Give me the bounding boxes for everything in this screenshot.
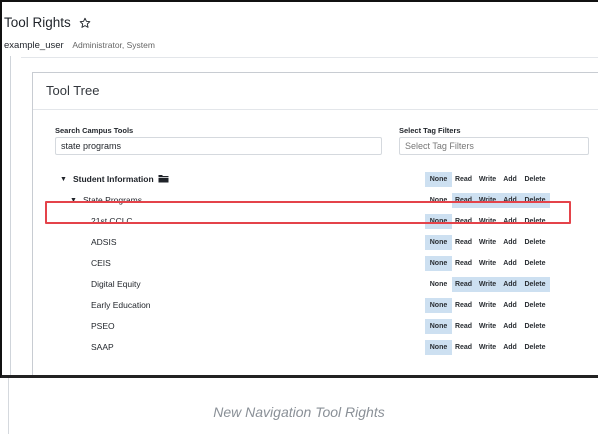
divider [21,57,598,58]
tree-row-label[interactable]: PSEO [91,321,115,331]
permission-none-button[interactable]: None [425,298,452,313]
user-info: example_user Administrator, System [4,40,155,51]
tool-tree-panel: Tool Tree Search Campus Tools Select Tag… [32,72,598,375]
permission-group: None Read Write Add Delete [425,235,550,250]
permission-add-button[interactable]: Add [500,235,520,250]
tree-row-label[interactable]: SAAP [91,342,114,352]
permission-write-button[interactable]: Write [475,340,500,355]
permission-add-button[interactable]: Add [500,172,520,187]
permission-delete-button[interactable]: Delete [520,256,550,271]
highlight-annotation [45,201,571,224]
permission-read-button[interactable]: Read [452,319,475,334]
permission-add-button[interactable]: Add [500,319,520,334]
permission-write-button[interactable]: Write [475,277,500,292]
tool-name: CEIS [91,258,111,268]
screenshot-frame: Tool Rights example_user Administrator, … [0,0,598,378]
panel-header: Tool Tree [33,73,598,110]
tree-row-label[interactable]: ▼ Student Information [60,174,169,185]
permission-write-button[interactable]: Write [475,319,500,334]
permission-group: None Read Write Add Delete [425,340,550,355]
permission-read-button[interactable]: Read [452,340,475,355]
permission-delete-button[interactable]: Delete [520,340,550,355]
permission-delete-button[interactable]: Delete [520,319,550,334]
permission-delete-button[interactable]: Delete [520,172,550,187]
permission-delete-button[interactable]: Delete [520,277,550,292]
permission-read-button[interactable]: Read [452,256,475,271]
tree-row-label[interactable]: Digital Equity [91,279,141,289]
permission-none-button[interactable]: None [425,235,452,250]
permission-none-button[interactable]: None [425,340,452,355]
tree-row-label[interactable]: Early Education [91,300,151,310]
permission-read-button[interactable]: Read [452,172,475,187]
search-label: Search Campus Tools [55,126,134,135]
caret-down-icon[interactable]: ▼ [60,176,67,183]
tool-name: Student Information [72,174,154,184]
tree-row[interactable]: CEIS None Read Write Add Delete [33,254,598,274]
folder-icon [158,174,169,185]
permission-delete-button[interactable]: Delete [520,298,550,313]
user-roles: Administrator, System [72,40,155,50]
permission-none-button[interactable]: None [425,319,452,334]
permission-add-button[interactable]: Add [500,256,520,271]
left-gutter-line [10,56,11,375]
figure-caption: New Navigation Tool Rights [213,404,385,420]
permission-none-button[interactable]: None [425,277,452,292]
permission-write-button[interactable]: Write [475,298,500,313]
tool-name: SAAP [91,342,114,352]
permission-write-button[interactable]: Write [475,172,500,187]
permission-read-button[interactable]: Read [452,235,475,250]
star-outline-icon[interactable] [79,17,91,32]
tree-row-label[interactable]: CEIS [91,258,111,268]
permission-write-button[interactable]: Write [475,235,500,250]
page-title-text: Tool Rights [4,15,71,30]
tree-row[interactable]: Digital Equity None Read Write Add Delete [33,275,598,295]
tree-row[interactable]: ADSIS None Read Write Add Delete [33,233,598,253]
tag-filter-label: Select Tag Filters [399,126,461,135]
permission-read-button[interactable]: Read [452,298,475,313]
permission-add-button[interactable]: Add [500,298,520,313]
permission-group: None Read Write Add Delete [425,319,550,334]
permission-group: None Read Write Add Delete [425,277,550,292]
tree-row[interactable]: SAAP None Read Write Add Delete [33,338,598,358]
page-title: Tool Rights [4,15,91,32]
tool-name: PSEO [91,321,115,331]
tree-row-label[interactable]: ADSIS [91,237,117,247]
permission-group: None Read Write Add Delete [425,172,550,187]
tool-name: Early Education [91,300,151,310]
tool-name: Digital Equity [91,279,141,289]
tree-row[interactable]: Early Education None Read Write Add Delete [33,296,598,316]
panel-body: Search Campus Tools Select Tag Filters S… [33,110,598,375]
permission-none-button[interactable]: None [425,172,452,187]
permission-write-button[interactable]: Write [475,256,500,271]
permission-group: None Read Write Add Delete [425,298,550,313]
tree-row[interactable]: ▼ Student Information None Read Write Add Dele… [33,170,598,190]
username: example_user [4,40,64,51]
permission-read-button[interactable]: Read [452,277,475,292]
panel-title: Tool Tree [46,83,100,98]
permission-group: None Read Write Add Delete [425,256,550,271]
tag-filter-select[interactable]: Select Tag Filters [399,137,589,155]
search-input[interactable] [55,137,382,155]
tool-name: ADSIS [91,237,117,247]
permission-delete-button[interactable]: Delete [520,235,550,250]
tree-row[interactable]: PSEO None Read Write Add Delete [33,317,598,337]
permission-none-button[interactable]: None [425,256,452,271]
permission-add-button[interactable]: Add [500,277,520,292]
permission-add-button[interactable]: Add [500,340,520,355]
